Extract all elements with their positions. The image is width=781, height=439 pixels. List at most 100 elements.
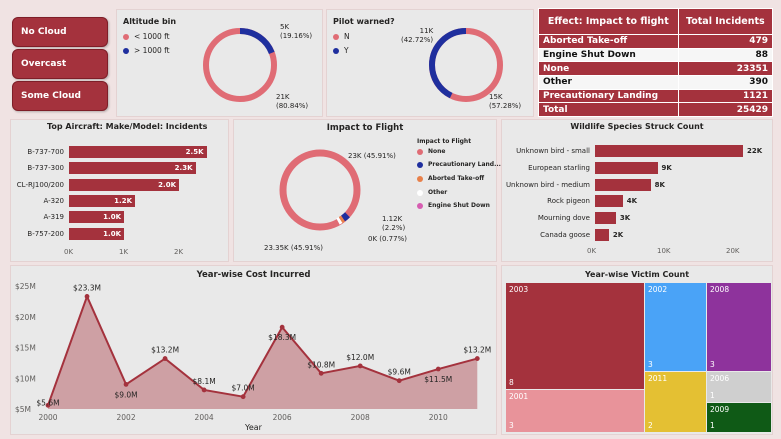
altitude-legend-high[interactable]: > 1000 ft — [123, 46, 170, 55]
treemap-cell-2001[interactable]: 2001 3 — [506, 390, 644, 432]
label-percent: (2.2%) — [382, 224, 406, 232]
data-label: $9.6M — [388, 368, 411, 377]
data-label: $11.5M — [424, 375, 452, 384]
table-row[interactable]: None 23351 — [538, 61, 774, 77]
impact-legend-precautionary[interactable]: Precautionary Land... — [417, 161, 501, 168]
data-label: $5.6M — [36, 398, 59, 407]
data-point — [123, 382, 129, 387]
effect-cell: Precautionary Landing — [538, 88, 679, 104]
treemap-cell-2006[interactable]: 2006 1 — [707, 372, 771, 402]
impact-label-mid: 1.12K (2.2%) — [382, 215, 405, 233]
x-tick: 2000 — [38, 413, 57, 422]
impact-legend-other[interactable]: Other — [417, 189, 447, 196]
slicer-button-no-cloud[interactable]: No Cloud — [12, 17, 108, 47]
treemap-cell-2008[interactable]: 2008 3 — [707, 283, 771, 371]
effect-cell: Aborted Take-off — [538, 34, 679, 49]
y-tick: $25M — [15, 282, 36, 291]
pilot-legend-n[interactable]: N — [333, 32, 350, 41]
data-label: $13.2M — [463, 346, 491, 355]
data-label: $23.3M — [73, 283, 101, 292]
treemap-cell-2009[interactable]: 2009 1 — [707, 403, 771, 432]
pilot-label-n: 15K (57.28%) — [489, 93, 521, 111]
donut-slice-precautionary — [340, 212, 350, 222]
bar[interactable] — [595, 178, 651, 191]
table-row[interactable]: Engine Shut Down 88 — [538, 47, 774, 63]
bar-value-label: 8K — [654, 180, 665, 189]
bar[interactable] — [595, 145, 743, 157]
bar-category-label: CL-RJ100/200 — [16, 180, 64, 189]
data-point — [396, 378, 402, 384]
pilot-warned-donut[interactable] — [428, 27, 504, 103]
data-label: $18.3M — [268, 333, 296, 342]
label-value: 21K — [276, 93, 290, 101]
count-cell: 390 — [677, 75, 774, 90]
count-cell: 23351 — [677, 61, 774, 77]
table-row[interactable]: Other 390 — [538, 75, 774, 90]
count-cell: 479 — [677, 34, 774, 49]
bar-category-label: B-737-300 — [27, 164, 64, 173]
legend-label: Y — [344, 46, 349, 55]
altitude-donut[interactable] — [202, 27, 278, 103]
altitude-label-small: 5K (19.16%) — [280, 23, 312, 41]
cell-count: 3 — [710, 360, 715, 369]
bar-value-label: 2K — [612, 231, 624, 239]
wildlife-title: Wildlife Species Struck Count — [570, 122, 704, 131]
bar-category-label: B-757-200 — [27, 229, 64, 238]
table-row[interactable]: Precautionary Landing 1121 — [538, 88, 774, 104]
impact-legend-none[interactable]: None — [417, 148, 445, 155]
x-tick: 2K — [174, 248, 184, 256]
column-header-total[interactable]: Total Incidents — [677, 8, 774, 35]
bar-value-label: 1.0K — [103, 229, 121, 238]
impact-label-small: 0K (0.77%) — [368, 235, 407, 243]
treemap-cell-2002[interactable]: 2002 3 — [645, 283, 706, 371]
table-row[interactable]: Aborted Take-off 479 — [538, 34, 774, 49]
cell-name: 2009 — [710, 405, 730, 414]
treemap-cell-2003[interactable]: 2003 8 — [506, 283, 644, 389]
pilot-legend-y[interactable]: Y — [333, 46, 349, 55]
label-percent: (19.16%) — [280, 32, 313, 40]
table-total-row: Total 25429 — [538, 102, 774, 118]
bar-value-label: 1.2K — [114, 196, 132, 205]
label-value: 1.12K — [382, 215, 403, 223]
data-point — [435, 366, 441, 372]
impact-legend-engine[interactable]: Engine Shut Down — [417, 202, 490, 209]
cell-name: 2006 — [710, 374, 730, 383]
cell-name: 2008 — [710, 285, 730, 294]
bar[interactable] — [595, 195, 623, 208]
altitude-legend-low[interactable]: < 1000 ft — [123, 32, 170, 41]
data-label: $10.8M — [307, 360, 335, 369]
bar[interactable] — [595, 161, 658, 174]
column-header-effect[interactable]: Effect: Impact to flight — [538, 8, 679, 35]
effect-cell: Other — [538, 75, 679, 90]
legend-label: Precautionary Land... — [428, 161, 501, 168]
impact-legend-aborted[interactable]: Aborted Take-off — [417, 175, 484, 182]
effect-cell: Engine Shut Down — [538, 47, 679, 63]
total-label: Total — [538, 102, 679, 118]
slicer-button-overcast[interactable]: Overcast — [12, 49, 108, 79]
data-label: $13.2M — [151, 346, 179, 355]
altitude-title: Altitude bin — [123, 17, 177, 26]
cost-area-chart[interactable]: $25M $20M $15M $10M $5M 2000 2002 2004 2006 2008 2… — [11, 266, 498, 436]
treemap-cell-2011[interactable]: 2011 2 — [645, 372, 706, 432]
bar-category-label: Rock pigeon — [547, 197, 590, 206]
legend-label: < 1000 ft — [134, 32, 170, 41]
data-label: $8.1M — [193, 377, 216, 386]
data-point — [357, 363, 363, 369]
label-value: 5K — [280, 23, 290, 31]
pilot-label-y: 11K (42.72%) — [401, 27, 433, 45]
label-percent: (80.84%) — [276, 102, 309, 110]
cost-x-label: Year — [245, 423, 262, 432]
bar-value-label: 3K — [619, 214, 631, 223]
bar[interactable] — [595, 229, 609, 241]
impact-table-panel: Effect: Impact to flight Total Incidents… — [538, 8, 774, 118]
bar[interactable] — [595, 212, 616, 225]
legend-dot-icon — [417, 148, 423, 155]
donut-slice-aborted — [338, 215, 345, 224]
slicer-button-some-cloud[interactable]: Some Cloud — [12, 81, 108, 111]
impact-label-bottom: 23.35K (45.91%) — [264, 244, 324, 252]
bar-category-label: A-319 — [43, 213, 64, 222]
legend-label: N — [344, 32, 350, 41]
cell-name: 2001 — [509, 392, 529, 401]
x-tick: 0K — [587, 247, 597, 255]
label-percent: (57.28%) — [489, 102, 522, 110]
